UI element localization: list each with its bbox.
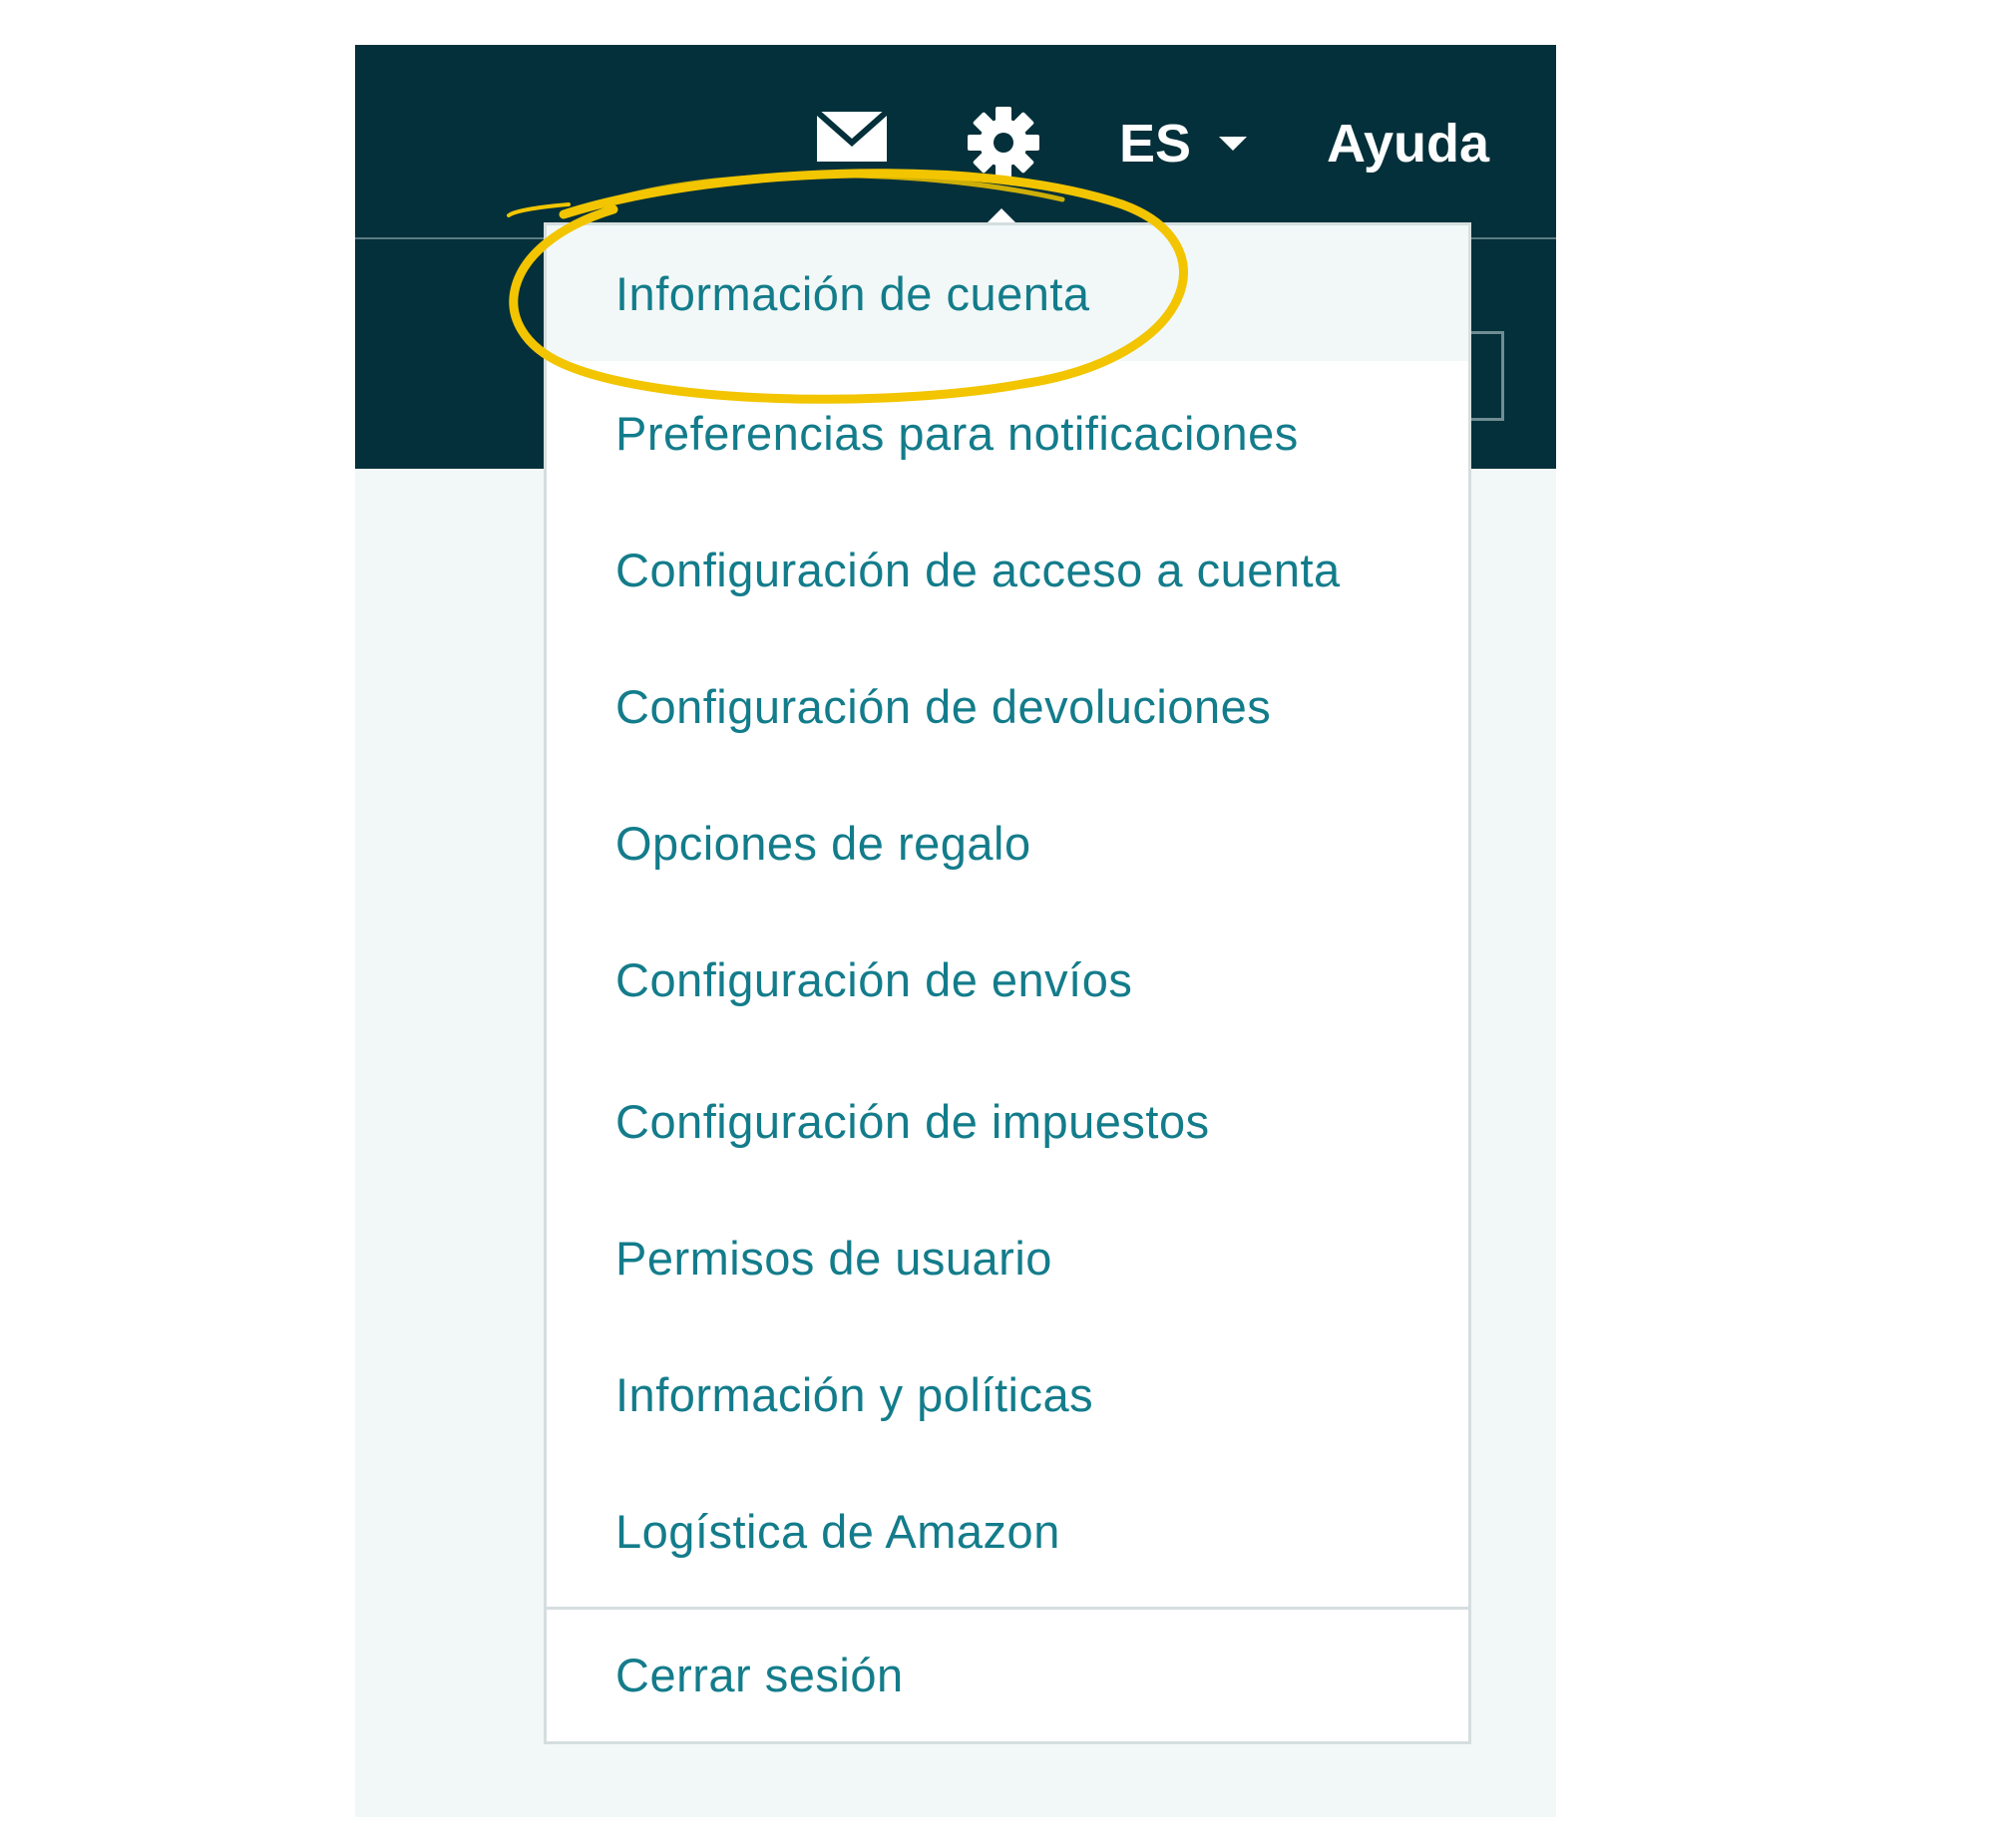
menu-item-label: Configuración de impuestos xyxy=(615,1094,1210,1148)
menu-item-info-and-policies[interactable]: Información y políticas xyxy=(547,1326,1468,1462)
menu-item-return-settings[interactable]: Configuración de devoluciones xyxy=(547,638,1468,774)
menu-item-label: Permisos de usuario xyxy=(615,1231,1052,1285)
menu-item-label: Opciones de regalo xyxy=(615,816,1031,870)
menu-item-label: Información y políticas xyxy=(615,1367,1094,1421)
menu-item-notification-preferences[interactable]: Preferencias para notificaciones xyxy=(547,365,1468,501)
top-navigation-bar: ES Ayuda xyxy=(355,45,1556,239)
language-label: ES xyxy=(1119,114,1192,174)
menu-item-gift-options[interactable]: Opciones de regalo xyxy=(547,775,1468,911)
menu-item-label: Configuración de devoluciones xyxy=(615,679,1272,733)
menu-item-account-info[interactable]: Información de cuenta xyxy=(547,225,1468,361)
language-selector[interactable]: ES xyxy=(1119,111,1248,177)
menu-item-label: Preferencias para notificaciones xyxy=(615,406,1299,460)
help-link[interactable]: Ayuda xyxy=(1327,111,1489,177)
logout-label: Cerrar sesión xyxy=(615,1648,904,1701)
menu-item-label: Configuración de acceso a cuenta xyxy=(615,543,1341,596)
settings-dropdown-menu: Información de cuenta Preferencias para … xyxy=(544,222,1471,1744)
menu-item-label: Información de cuenta xyxy=(615,266,1090,320)
menu-item-fulfillment-by-amazon[interactable]: Logística de Amazon xyxy=(547,1463,1468,1599)
help-label: Ayuda xyxy=(1327,114,1490,174)
menu-item-label: Configuración de envíos xyxy=(615,952,1133,1006)
gear-icon[interactable] xyxy=(966,105,1041,181)
menu-item-shipping-settings[interactable]: Configuración de envíos xyxy=(547,912,1468,1047)
mail-icon[interactable] xyxy=(814,109,890,165)
seller-central-page: ES Ayuda Información de cuenta Preferenc… xyxy=(355,45,1556,1817)
logout-link[interactable]: Cerrar sesión xyxy=(547,1607,1468,1742)
menu-item-user-permissions[interactable]: Permisos de usuario xyxy=(547,1190,1468,1325)
menu-item-login-settings[interactable]: Configuración de acceso a cuenta xyxy=(547,502,1468,637)
caret-down-icon xyxy=(1219,137,1248,151)
menu-item-label: Logística de Amazon xyxy=(615,1504,1060,1558)
screenshot-canvas: ES Ayuda Información de cuenta Preferenc… xyxy=(0,0,1995,1848)
menu-item-tax-settings[interactable]: Configuración de impuestos xyxy=(547,1053,1468,1189)
